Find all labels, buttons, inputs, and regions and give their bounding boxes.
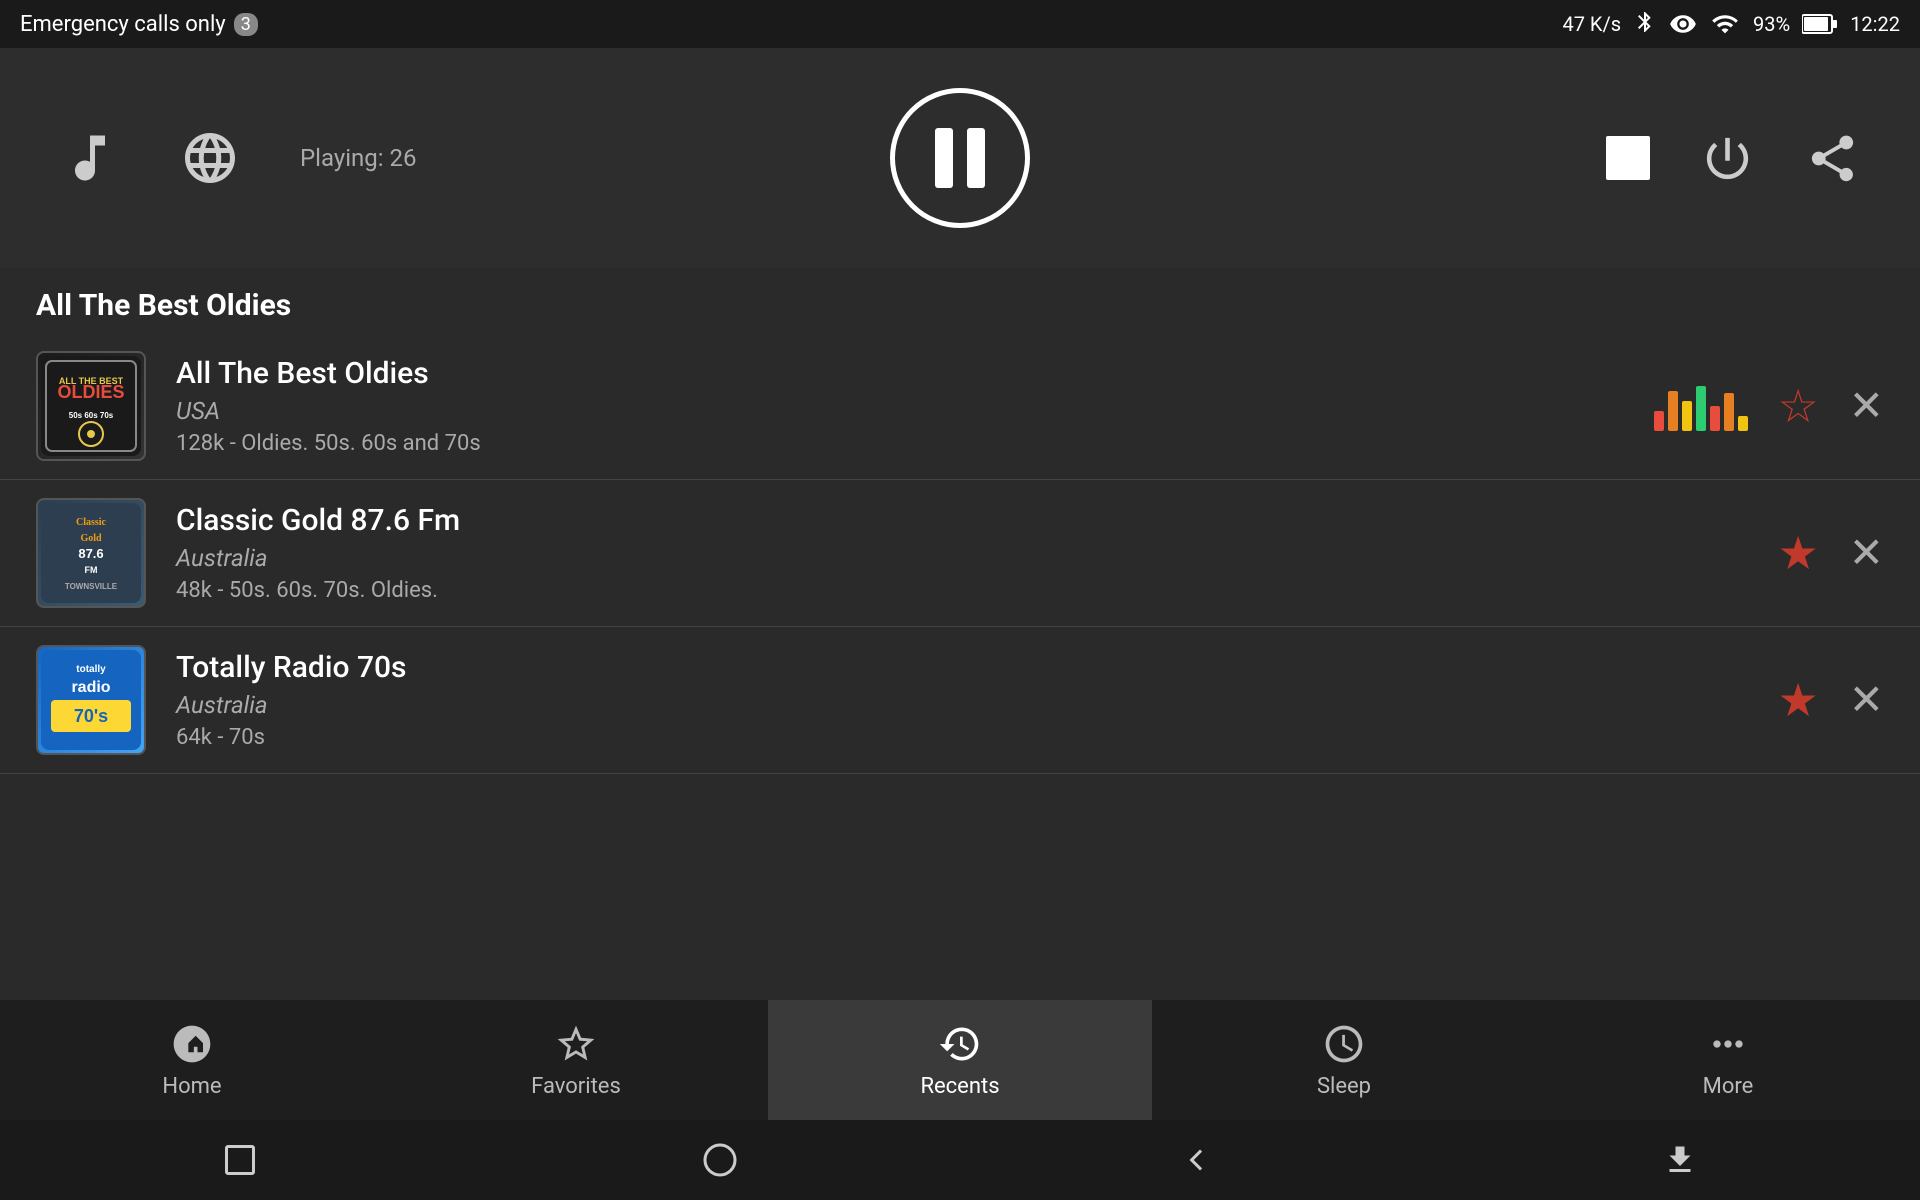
nav-favorites[interactable]: Favorites — [384, 1000, 768, 1120]
speed-indicator: 47 K/s — [1562, 12, 1621, 36]
remove-button[interactable]: ✕ — [1849, 528, 1884, 578]
android-nav — [0, 1120, 1920, 1200]
bottom-nav: Home Favorites Recents Sleep More — [0, 1000, 1920, 1120]
svg-text:radio: radio — [71, 679, 110, 696]
svg-text:FM: FM — [85, 565, 98, 575]
nav-more[interactable]: More — [1536, 1000, 1920, 1120]
totally-logo-svg: totally radio 70's — [41, 650, 141, 750]
eye-icon — [1669, 10, 1697, 38]
stop-button[interactable] — [1606, 136, 1650, 180]
station-actions: ★ ✕ — [1778, 526, 1884, 581]
svg-text:50s 60s 70s: 50s 60s 70s — [69, 411, 114, 420]
pause-icon — [935, 128, 985, 188]
status-bar: Emergency calls only 3 47 K/s 93% 12:22 — [0, 0, 1920, 48]
station-desc: 128k - Oldies. 50s. 60s and 70s — [176, 431, 1624, 456]
pause-button[interactable] — [890, 88, 1030, 228]
station-country: Australia — [176, 544, 1748, 572]
nav-more-label: More — [1703, 1074, 1754, 1099]
station-item[interactable]: ALL THE BEST OLDIES 50s 60s 70s All The … — [0, 333, 1920, 480]
more-nav-icon — [1706, 1022, 1750, 1066]
svg-text:70's: 70's — [74, 706, 108, 726]
station-info: All The Best Oldies USA 128k - Oldies. 5… — [176, 356, 1624, 456]
android-home-button[interactable] — [702, 1142, 738, 1178]
favorite-star[interactable]: ★ — [1778, 526, 1819, 581]
station-desc: 64k - 70s — [176, 725, 1748, 750]
svg-text:OLDIES: OLDIES — [57, 382, 124, 402]
oldies-logo-svg: ALL THE BEST OLDIES 50s 60s 70s — [41, 356, 141, 456]
nav-sleep-label: Sleep — [1317, 1074, 1371, 1099]
bluetooth-icon — [1633, 10, 1657, 38]
svg-text:TOWNSVILLE: TOWNSVILLE — [65, 582, 118, 591]
page-title: All The Best Oldies — [0, 268, 1920, 333]
battery-percent: 93% — [1753, 12, 1790, 36]
nav-sleep[interactable]: Sleep — [1152, 1000, 1536, 1120]
station-desc: 48k - 50s. 60s. 70s. Oldies. — [176, 578, 1748, 603]
globe-icon[interactable] — [180, 128, 240, 188]
android-download-button[interactable] — [1662, 1142, 1698, 1178]
status-right: 47 K/s 93% 12:22 — [1562, 10, 1900, 38]
recents-nav-icon — [938, 1022, 982, 1066]
clock: 12:22 — [1850, 12, 1900, 36]
station-logo: Classic Gold 87.6 FM TOWNSVILLE — [36, 498, 146, 608]
status-badge: 3 — [234, 13, 258, 36]
svg-text:87.6: 87.6 — [78, 546, 103, 561]
status-left: Emergency calls only 3 — [20, 12, 258, 37]
nav-home[interactable]: Home — [0, 1000, 384, 1120]
player-bar: Playing: 26 — [0, 48, 1920, 268]
android-recents-button[interactable] — [222, 1142, 258, 1178]
power-icon[interactable] — [1700, 131, 1755, 186]
player-left: Playing: 26 — [60, 128, 417, 188]
share-icon[interactable] — [1805, 131, 1860, 186]
nav-home-label: Home — [162, 1074, 221, 1099]
nav-favorites-label: Favorites — [531, 1074, 621, 1099]
home-nav-icon — [170, 1022, 214, 1066]
svg-text:Gold: Gold — [80, 533, 102, 544]
music-icon[interactable] — [60, 128, 120, 188]
station-name: Classic Gold 87.6 Fm — [176, 503, 1748, 538]
battery-icon — [1802, 13, 1838, 35]
nav-recents-label: Recents — [920, 1074, 999, 1099]
station-actions: ★ ✕ — [1778, 673, 1884, 728]
station-logo: totally radio 70's — [36, 645, 146, 755]
favorite-star[interactable]: ☆ — [1778, 379, 1819, 434]
remove-button[interactable]: ✕ — [1849, 381, 1884, 431]
android-back-button[interactable] — [1182, 1142, 1218, 1178]
station-item[interactable]: totally radio 70's Totally Radio 70s Aus… — [0, 627, 1920, 774]
nav-recents[interactable]: Recents — [768, 1000, 1152, 1120]
favorites-nav-icon — [554, 1022, 598, 1066]
equalizer — [1654, 381, 1748, 431]
station-name: Totally Radio 70s — [176, 650, 1748, 685]
station-country: USA — [176, 397, 1624, 425]
station-logo: ALL THE BEST OLDIES 50s 60s 70s — [36, 351, 146, 461]
classic-logo-svg: Classic Gold 87.6 FM TOWNSVILLE — [41, 503, 141, 603]
remove-button[interactable]: ✕ — [1849, 675, 1884, 725]
sleep-nav-icon — [1322, 1022, 1366, 1066]
svg-text:totally: totally — [76, 664, 106, 675]
svg-text:Classic: Classic — [76, 517, 107, 528]
wifi-icon — [1709, 10, 1741, 38]
player-right — [1606, 131, 1860, 186]
station-country: Australia — [176, 691, 1748, 719]
emergency-text: Emergency calls only — [20, 12, 226, 37]
station-item[interactable]: Classic Gold 87.6 FM TOWNSVILLE Classic … — [0, 480, 1920, 627]
favorite-star[interactable]: ★ — [1778, 673, 1819, 728]
playing-label: Playing: 26 — [300, 144, 417, 172]
station-name: All The Best Oldies — [176, 356, 1624, 391]
station-info: Totally Radio 70s Australia 64k - 70s — [176, 650, 1748, 750]
station-actions: ☆ ✕ — [1654, 379, 1884, 434]
station-info: Classic Gold 87.6 Fm Australia 48k - 50s… — [176, 503, 1748, 603]
station-list: ALL THE BEST OLDIES 50s 60s 70s All The … — [0, 333, 1920, 774]
